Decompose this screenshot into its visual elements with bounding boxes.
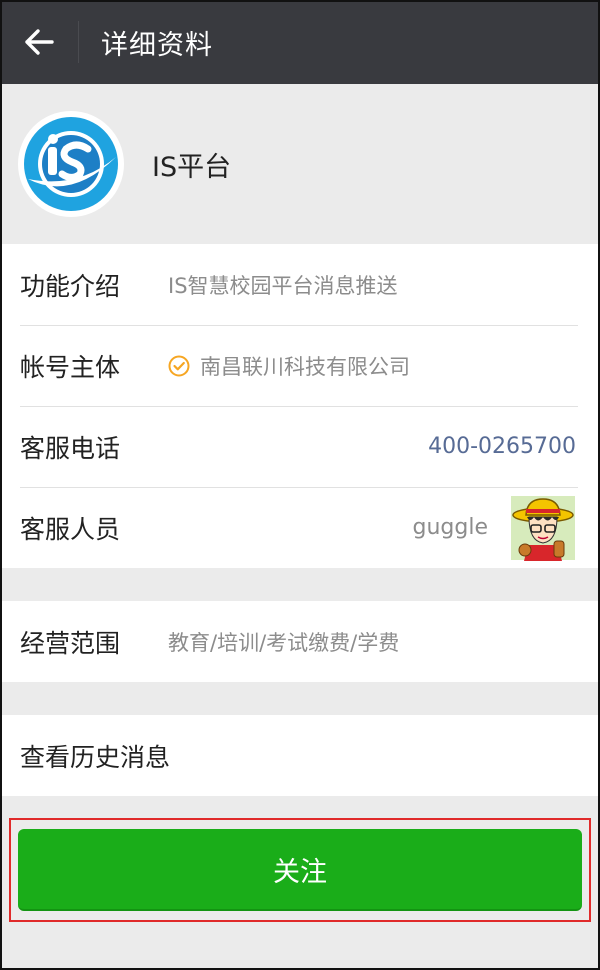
back-button[interactable]	[0, 0, 78, 84]
business-label: 经营范围	[20, 628, 121, 658]
page-title: 详细资料	[101, 29, 213, 61]
owner-label: 帐号主体	[20, 352, 121, 382]
phone-label: 客服电话	[20, 433, 121, 463]
history-group: 查看历史消息	[0, 715, 600, 796]
history-row[interactable]: 查看历史消息	[0, 715, 600, 796]
business-value: 教育/培训/考试缴费/学费	[168, 630, 400, 655]
business-group: 经营范围 教育/培训/考试缴费/学费	[0, 601, 600, 682]
agent-name: guggle	[412, 515, 489, 540]
account-name: IS平台	[152, 151, 232, 183]
agent-row[interactable]: 客服人员 guggle	[0, 487, 600, 568]
phone-row: 客服电话 400-0265700	[0, 406, 600, 487]
history-label: 查看历史消息	[20, 742, 171, 772]
title-divider	[78, 21, 79, 63]
agent-avatar	[511, 495, 575, 561]
profile-header: IS平台	[0, 84, 600, 244]
business-row: 经营范围 教育/培训/考试缴费/学费	[0, 601, 600, 682]
phone-link[interactable]: 400-0265700	[428, 434, 576, 459]
agent-info: guggle	[413, 495, 577, 561]
info-group: 功能介绍 IS智慧校园平台消息推送 帐号主体 南昌联川科技有限公司 客服电话 4…	[0, 244, 600, 568]
owner-value: 南昌联川科技有限公司	[200, 354, 410, 379]
agent-label: 客服人员	[20, 514, 121, 544]
follow-highlight: 关注	[9, 818, 591, 922]
title-bar: 详细资料	[0, 0, 600, 84]
is-logo-icon	[19, 112, 123, 216]
avatar[interactable]	[18, 111, 124, 217]
owner-value-wrap: 南昌联川科技有限公司	[168, 351, 410, 381]
owner-row[interactable]: 帐号主体 南昌联川科技有限公司	[0, 325, 600, 406]
follow-button[interactable]: 关注	[18, 829, 582, 911]
intro-value: IS智慧校园平台消息推送	[168, 273, 398, 298]
intro-label: 功能介绍	[20, 271, 121, 301]
arrow-left-icon	[25, 29, 54, 55]
verified-check-icon	[168, 355, 190, 376]
intro-row: 功能介绍 IS智慧校园平台消息推送	[0, 244, 600, 325]
